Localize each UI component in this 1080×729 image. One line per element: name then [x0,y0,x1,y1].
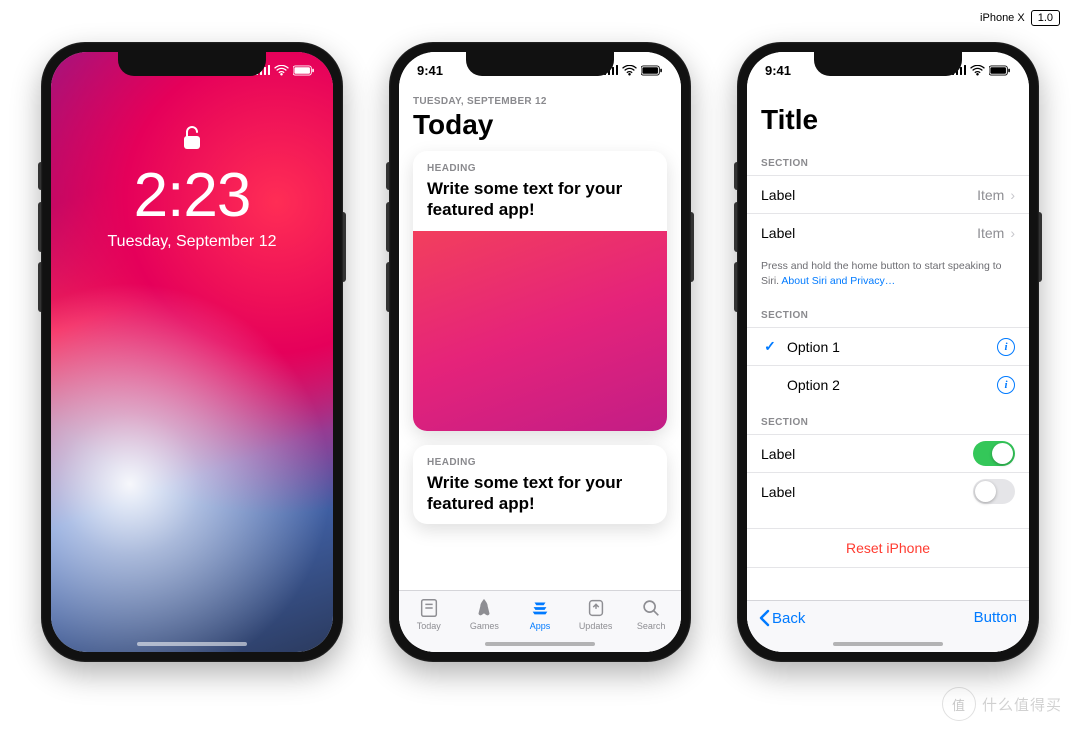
row-label: Label [761,187,977,203]
home-indicator[interactable] [137,642,247,646]
reset-button[interactable]: Reset iPhone [747,528,1029,568]
version-badge: 1.0 [1031,10,1060,26]
switch-row: Label [747,472,1029,510]
toggle-switch[interactable] [973,479,1015,504]
card-heading: HEADING [427,163,653,174]
today-date: TUESDAY, SEPTEMBER 12 [413,96,667,107]
toolbar-button[interactable]: Button [974,609,1017,626]
home-indicator[interactable] [833,642,943,646]
option-row[interactable]: ✓ Option 1 i [747,327,1029,365]
tab-games[interactable]: Games [457,597,513,631]
status-time: 9:41 [417,63,443,78]
wifi-icon [622,65,637,76]
row-label: Label [761,484,973,500]
card-text: Write some text for your featured app! [427,178,653,221]
wifi-icon [274,65,289,76]
wifi-icon [970,65,985,76]
featured-card[interactable]: HEADING Write some text for your feature… [413,151,667,431]
section-header: SECTION [747,296,1029,327]
list-row[interactable]: Label Item › [747,175,1029,213]
watermark: 值 什么值得买 [942,687,1062,721]
section-header: SECTION [747,144,1029,175]
tab-label: Apps [530,621,551,631]
watermark-badge-icon: 值 [942,687,976,721]
row-label: Label [761,225,977,241]
checkmark-icon: ✓ [761,338,779,355]
back-label: Back [772,610,805,627]
tab-updates[interactable]: Updates [568,597,624,631]
lock-time: 2:23 [51,165,333,227]
row-label: Label [761,446,973,462]
tab-label: Games [470,621,499,631]
row-label: Option 1 [787,339,997,355]
tab-label: Updates [579,621,613,631]
phone-appstore: 9:41 TUESDAY, SEPTEMBER 12 Today HEADING… [389,42,691,662]
row-value: Item [977,187,1004,203]
notch [118,52,266,76]
card-hero-image [413,231,667,431]
chevron-left-icon [759,609,770,627]
phone-settings: 9:41 Title SECTION Label Item › Label It… [737,42,1039,662]
battery-icon [293,65,315,76]
switch-row: Label [747,434,1029,472]
page-title: Title [747,88,1029,144]
notch [466,52,614,76]
info-icon[interactable]: i [997,376,1015,394]
section-header: SECTION [747,403,1029,434]
unlock-icon [181,124,203,157]
chevron-right-icon: › [1010,187,1015,203]
home-indicator[interactable] [485,642,595,646]
featured-card[interactable]: HEADING Write some text for your feature… [413,445,667,525]
privacy-link[interactable]: About Siri and Privacy… [781,275,895,287]
row-value: Item [977,225,1004,241]
battery-icon [641,65,663,76]
option-row[interactable]: Option 2 i [747,365,1029,403]
battery-icon [989,65,1011,76]
card-text: Write some text for your featured app! [427,472,653,515]
tab-apps[interactable]: Apps [512,597,568,631]
lock-date: Tuesday, September 12 [51,233,333,251]
tab-today[interactable]: Today [401,597,457,631]
tab-label: Search [637,621,666,631]
phone-lockscreen: 2:23 Tuesday, September 12 [41,42,343,662]
info-icon[interactable]: i [997,338,1015,356]
list-row[interactable]: Label Item › [747,213,1029,251]
tab-label: Today [417,621,441,631]
tab-search[interactable]: Search [623,597,679,631]
status-time: 9:41 [765,63,791,78]
chevron-right-icon: › [1010,225,1015,241]
toggle-switch[interactable] [973,441,1015,466]
row-label: Option 2 [787,377,997,393]
back-button[interactable]: Back [759,609,805,627]
section-footer: Press and hold the home button to start … [747,251,1029,296]
device-label: iPhone X [980,12,1025,24]
card-heading: HEADING [427,457,653,468]
page-title: Today [413,109,667,141]
notch [814,52,962,76]
